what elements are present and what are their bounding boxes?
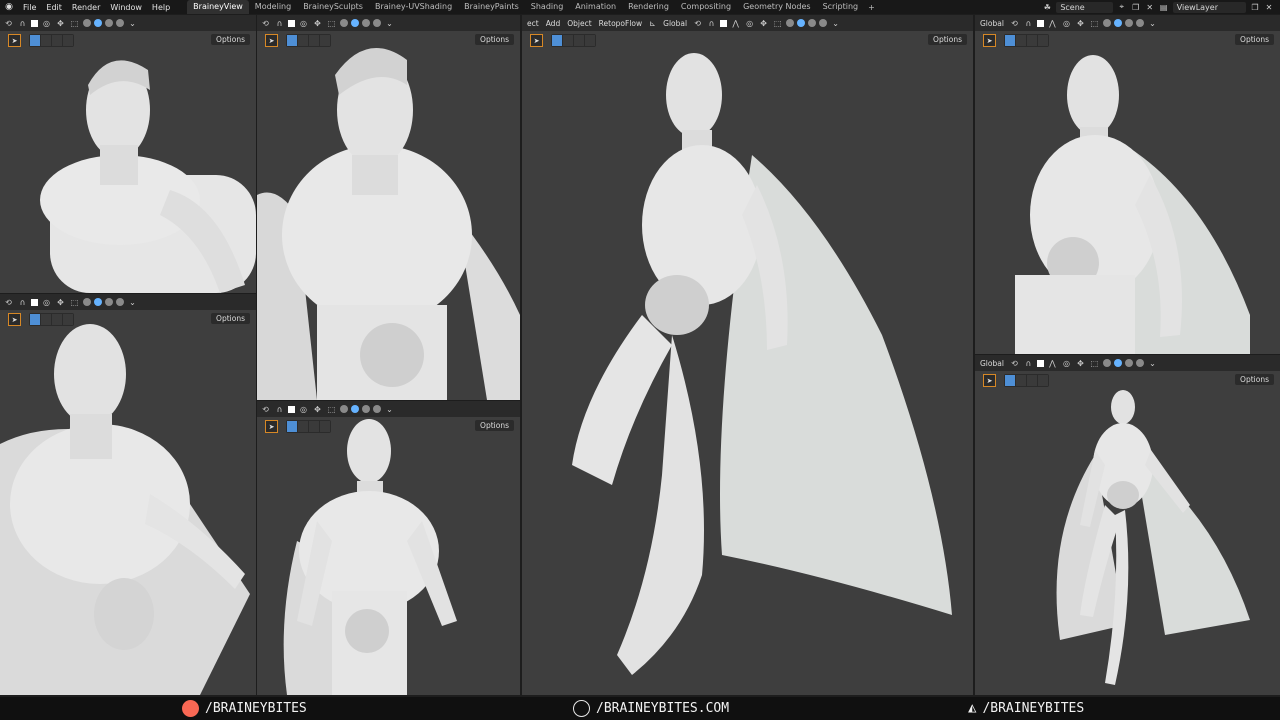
- add-workspace-button[interactable]: +: [864, 3, 879, 12]
- footer-left: /BRAINEYBITES: [182, 700, 307, 717]
- tab-compositing[interactable]: Compositing: [675, 0, 737, 14]
- footer-center-text: /BRAINEYBITES.COM: [596, 701, 730, 716]
- workspace-tabs: BraineyView Modeling BraineySculpts Brai…: [187, 0, 879, 14]
- viewport-top-left[interactable]: ⟲ ∩ ◎ ✥ ⬚ ⌄ ➤ Options: [0, 15, 256, 293]
- tab-scripting[interactable]: Scripting: [817, 0, 865, 14]
- tab-brainey-sculpts[interactable]: BraineySculpts: [297, 0, 369, 14]
- tab-geometry-nodes[interactable]: Geometry Nodes: [737, 0, 816, 14]
- sculpt-figure: [1056, 390, 1250, 685]
- viewport-center-main[interactable]: ect Add Object RetopoFlow ⊾ Global ⟲ ∩ ⋀…: [522, 15, 973, 695]
- footer-right-text: /BRAINEYBITES: [982, 700, 1085, 716]
- tab-brainey-paints[interactable]: BraineyPaints: [458, 0, 525, 14]
- view-layer-icon: ▤: [1159, 2, 1168, 12]
- sculpt-figure: [40, 60, 256, 293]
- view-layer-selector[interactable]: ViewLayer: [1172, 1, 1246, 13]
- viewport-top-right[interactable]: Global ⟲ ∩ ⋀ ◎ ✥ ⬚ ⌄ ➤ Options: [975, 15, 1280, 354]
- delete-scene-icon[interactable]: ✕: [1145, 3, 1155, 12]
- artstation-icon: ◭: [968, 700, 977, 716]
- globe-icon: [573, 700, 590, 717]
- sculpt-figure: [0, 324, 250, 695]
- viewport-bottom-left[interactable]: ⟲ ∩ ◎ ✥ ⬚ ⌄ ➤ Options: [0, 294, 256, 695]
- delete-view-layer-icon[interactable]: ✕: [1264, 3, 1274, 12]
- new-view-layer-icon[interactable]: ❐: [1250, 3, 1260, 12]
- tab-brainey-uvshading[interactable]: Brainey-UVShading: [369, 0, 458, 14]
- footer-bar: /BRAINEYBITES /BRAINEYBITES.COM ◭ /BRAIN…: [0, 697, 1280, 720]
- tab-shading[interactable]: Shading: [525, 0, 570, 14]
- scene-icon: ☘: [1043, 2, 1051, 12]
- viewport-lower-center-left[interactable]: ⟲ ∩ ◎ ✥ ⬚ ⌄ ➤ Options: [257, 401, 520, 695]
- blender-logo-icon[interactable]: ◉: [0, 2, 18, 12]
- patreon-icon: [182, 700, 199, 717]
- tab-modeling[interactable]: Modeling: [249, 0, 297, 14]
- new-scene-icon[interactable]: ❐: [1131, 3, 1141, 12]
- menu-edit[interactable]: Edit: [41, 3, 67, 12]
- footer-right: ◭ /BRAINEYBITES: [968, 700, 1084, 716]
- tab-rendering[interactable]: Rendering: [622, 0, 675, 14]
- menu-file[interactable]: File: [18, 3, 41, 12]
- footer-center: /BRAINEYBITES.COM: [573, 700, 729, 717]
- pin-icon[interactable]: ⌖: [1117, 2, 1127, 12]
- sculpt-figure: [283, 419, 457, 695]
- top-bar: ◉ File Edit Render Window Help BraineyVi…: [0, 0, 1280, 14]
- sculpt-figure: [572, 53, 952, 675]
- viewport-bottom-right[interactable]: Global ⟲ ∩ ⋀ ◎ ✥ ⬚ ⌄ ➤ Options: [975, 355, 1280, 695]
- viewport-upper-center-left[interactable]: ⟲ ∩ ◎ ✥ ⬚ ⌄ ➤ Options: [257, 15, 520, 400]
- footer-left-text: /BRAINEYBITES: [205, 701, 307, 716]
- sculpt-figure: [1015, 55, 1250, 354]
- scene-selector[interactable]: Scene: [1056, 1, 1113, 13]
- tab-animation[interactable]: Animation: [569, 0, 622, 14]
- menu-help[interactable]: Help: [147, 3, 175, 12]
- view-layer-name: ViewLayer: [1176, 2, 1218, 12]
- menu-window[interactable]: Window: [105, 3, 147, 12]
- menu-render[interactable]: Render: [67, 3, 105, 12]
- sculpt-figure: [257, 48, 520, 400]
- scene-name: Scene: [1060, 2, 1085, 12]
- tab-brainey-view[interactable]: BraineyView: [187, 0, 249, 14]
